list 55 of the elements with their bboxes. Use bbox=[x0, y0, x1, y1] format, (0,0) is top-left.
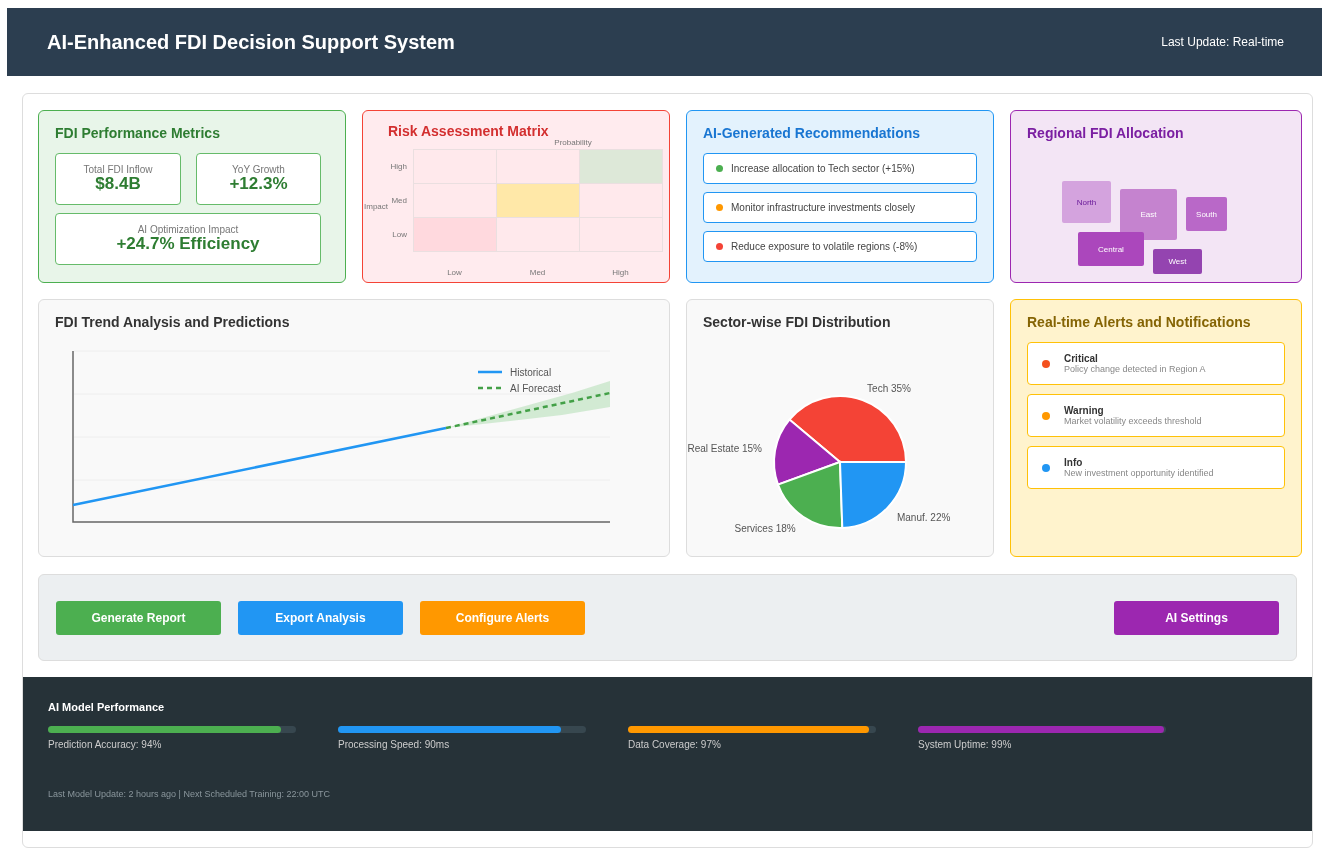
card-title: Risk Assessment Matrix bbox=[388, 123, 550, 139]
column-label: High bbox=[611, 268, 630, 277]
alert-title: Info bbox=[1064, 457, 1084, 468]
slice-label: Tech 35% bbox=[867, 382, 911, 394]
action-button[interactable]: Generate Report bbox=[56, 600, 221, 635]
action-button[interactable]: Configure Alerts bbox=[420, 600, 585, 635]
alert-text: Market volatility exceeds threshold bbox=[1064, 416, 1202, 426]
action-button[interactable]: Export Analysis bbox=[238, 600, 403, 635]
region-block: West bbox=[1153, 249, 1202, 274]
legend-line-icon bbox=[478, 370, 502, 374]
region-block: South bbox=[1186, 197, 1227, 231]
card-title: FDI Performance Metrics bbox=[55, 125, 221, 141]
legend-dash-icon bbox=[478, 386, 502, 390]
meter-label: Data Coverage: 97% bbox=[628, 739, 722, 750]
region-block: East bbox=[1120, 189, 1177, 240]
alert-title: Warning bbox=[1064, 405, 1105, 416]
last-update-text: Last Update: Real-time bbox=[1161, 35, 1284, 49]
metric-label: Total FDI Inflow bbox=[83, 164, 153, 176]
metric-value: $8.4B bbox=[95, 175, 141, 194]
card-title: Sector-wise FDI Distribution bbox=[703, 314, 892, 330]
alert-text: New investment opportunity identified bbox=[1064, 468, 1214, 478]
column-label: Low bbox=[446, 268, 463, 277]
meter-label: Processing Speed: 90ms bbox=[338, 739, 451, 750]
app-title: AI-Enhanced FDI Decision Support System bbox=[47, 30, 455, 54]
meter-label: System Uptime: 99% bbox=[918, 739, 1013, 750]
card-title: FDI Trend Analysis and Predictions bbox=[55, 314, 291, 330]
metric-label: YoY Growth bbox=[232, 164, 285, 176]
panel-title: AI Model Performance bbox=[48, 701, 166, 713]
card-title: Real-time Alerts and Notifications bbox=[1027, 314, 1252, 330]
metric-value: +12.3% bbox=[229, 175, 288, 194]
card-title: Regional FDI Allocation bbox=[1027, 125, 1185, 141]
slice-label: Manuf. 22% bbox=[896, 512, 951, 523]
recommendation-text: Increase allocation to Tech sector (+15%) bbox=[731, 163, 915, 174]
footer-note: Last Model Update: 2 hours ago | Next Scheduled Training: 22:00 UTC bbox=[48, 789, 331, 799]
recommendation-text: Monitor infrastructure investments closely bbox=[731, 202, 915, 213]
legend-label: AI Forecast bbox=[510, 383, 562, 394]
slice-label: Services 18% bbox=[734, 522, 796, 534]
slice-label: Real Estate 15% bbox=[687, 443, 762, 455]
region-block: Central bbox=[1078, 232, 1144, 266]
card-title: AI-Generated Recommendations bbox=[703, 125, 922, 141]
row-label: Low bbox=[391, 229, 408, 239]
axis-label: Impact bbox=[364, 201, 389, 211]
row-label: Med bbox=[390, 195, 408, 205]
metric-label: AI Optimization Impact bbox=[137, 224, 239, 236]
region-block: North bbox=[1062, 181, 1111, 223]
alert-title: Critical bbox=[1064, 353, 1099, 364]
column-label: Med bbox=[528, 268, 547, 277]
row-label: High bbox=[390, 161, 408, 171]
axis-label: Probability bbox=[553, 138, 593, 147]
recommendation-text: Reduce exposure to volatile regions (-8%) bbox=[731, 241, 918, 252]
settings-button[interactable]: AI Settings bbox=[1114, 600, 1279, 635]
alert-text: Policy change detected in Region A bbox=[1064, 364, 1206, 374]
legend-label: Historical bbox=[510, 367, 552, 378]
metric-value: +24.7% Efficiency bbox=[116, 235, 260, 254]
meter-label: Prediction Accuracy: 94% bbox=[48, 739, 163, 750]
